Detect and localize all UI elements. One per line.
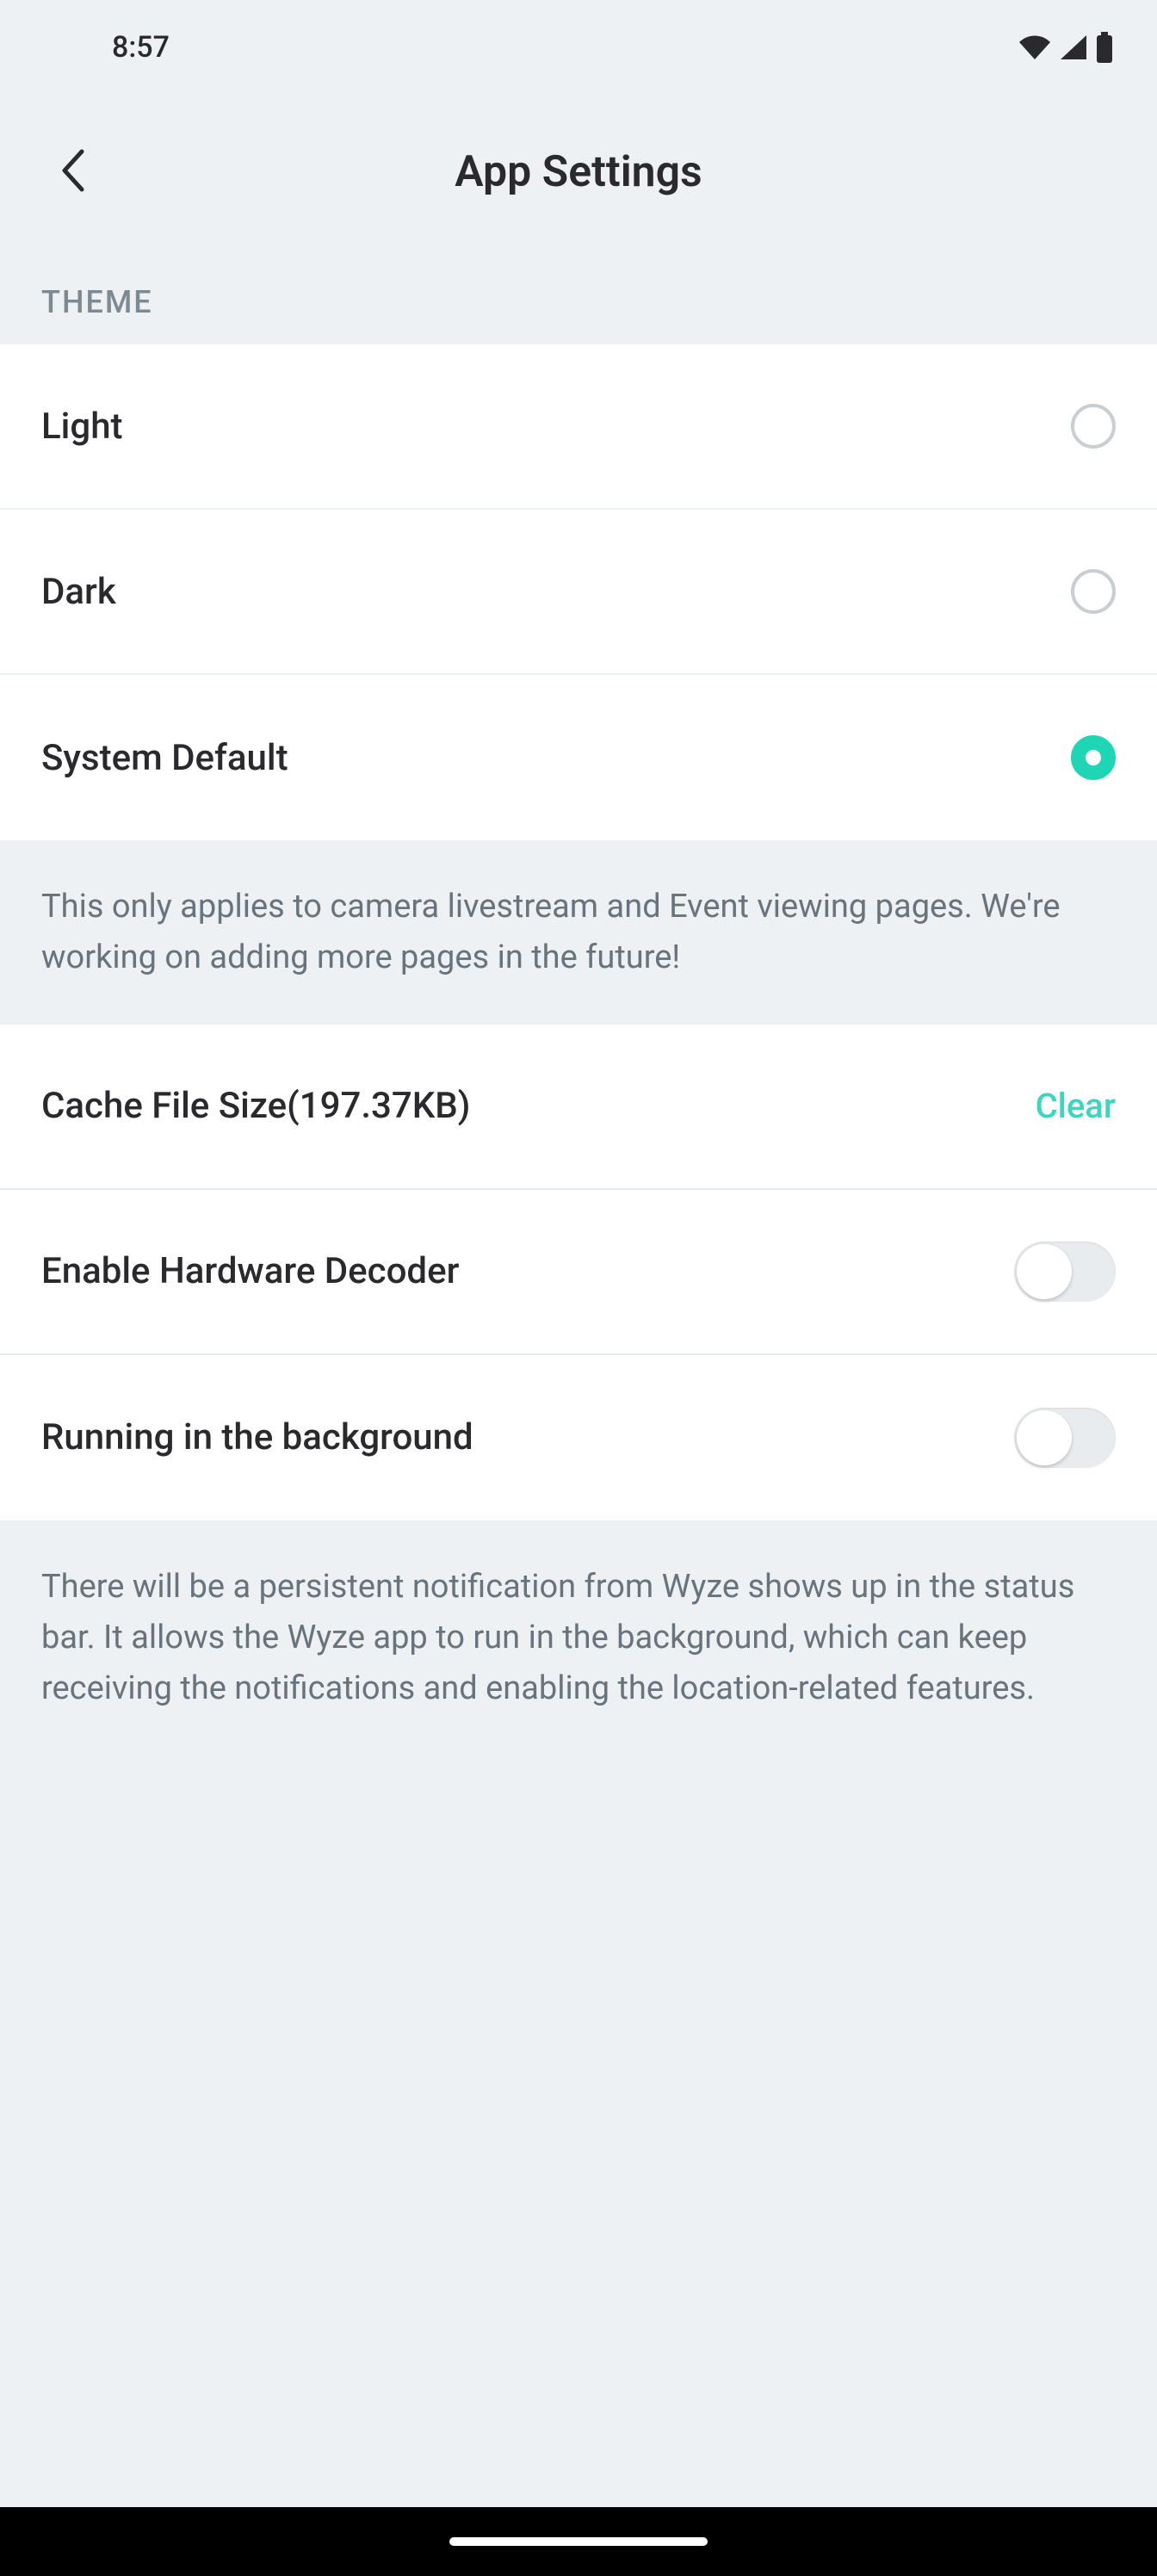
page-title: App Settings xyxy=(0,147,1157,197)
section-header-theme: THEME xyxy=(0,250,1157,344)
status-time: 8:57 xyxy=(112,30,170,65)
status-bar: 8:57 xyxy=(0,0,1157,95)
status-icons xyxy=(1018,32,1114,63)
chevron-left-icon xyxy=(58,148,89,196)
wifi-icon xyxy=(1018,34,1052,61)
theme-option-label: Light xyxy=(41,406,123,448)
battery-icon xyxy=(1095,32,1114,63)
radio-icon xyxy=(1071,569,1116,614)
cache-label: Cache File Size(197.37KB) xyxy=(41,1085,470,1127)
home-indicator[interactable] xyxy=(449,2537,708,2546)
theme-option-system-default[interactable]: System Default xyxy=(0,675,1157,840)
background-toggle[interactable] xyxy=(1014,1408,1116,1468)
hardware-decoder-label: Enable Hardware Decoder xyxy=(41,1250,459,1292)
theme-description: This only applies to camera livestream a… xyxy=(0,840,1157,1025)
cellular-icon xyxy=(1059,34,1088,61)
header: App Settings xyxy=(0,95,1157,250)
cache-row: Cache File Size(197.37KB) Clear xyxy=(0,1025,1157,1190)
theme-options: Light Dark System Default xyxy=(0,344,1157,840)
system-nav-bar xyxy=(0,2507,1157,2576)
theme-option-label: System Default xyxy=(41,737,288,779)
radio-icon xyxy=(1071,404,1116,449)
background-description: There will be a persistent notification … xyxy=(0,1520,1157,1756)
radio-icon xyxy=(1071,735,1116,780)
hardware-decoder-row: Enable Hardware Decoder xyxy=(0,1190,1157,1355)
back-button[interactable] xyxy=(47,146,99,198)
background-label: Running in the background xyxy=(41,1416,473,1458)
theme-option-label: Dark xyxy=(41,571,116,613)
hardware-decoder-toggle[interactable] xyxy=(1014,1242,1116,1302)
clear-cache-button[interactable]: Clear xyxy=(1036,1086,1116,1126)
theme-option-light[interactable]: Light xyxy=(0,344,1157,510)
theme-option-dark[interactable]: Dark xyxy=(0,510,1157,675)
settings-group: Cache File Size(197.37KB) Clear Enable H… xyxy=(0,1025,1157,1520)
background-row: Running in the background xyxy=(0,1355,1157,1520)
